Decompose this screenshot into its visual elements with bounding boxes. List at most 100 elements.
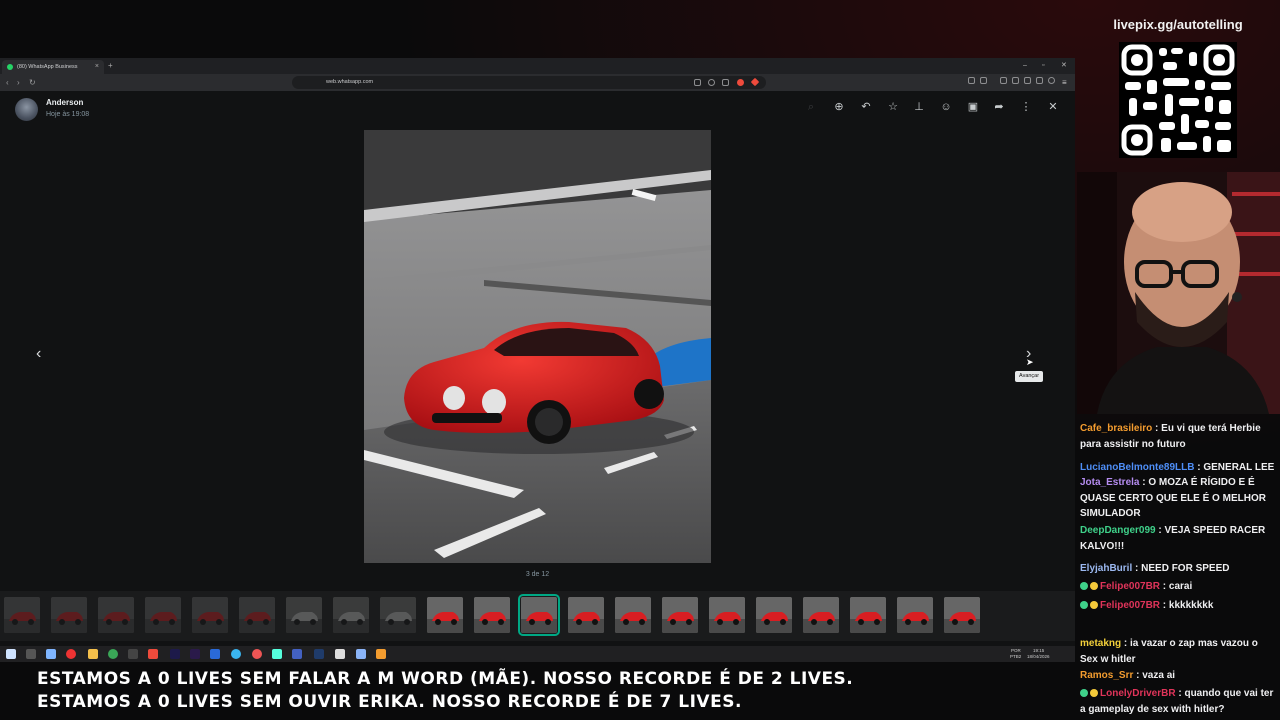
close-viewer-icon[interactable]: ✕ — [1046, 101, 1060, 113]
close-window-icon[interactable]: ✕ — [1061, 60, 1067, 72]
media-thumbnail[interactable] — [709, 597, 745, 633]
media-thumbnail[interactable] — [944, 597, 980, 633]
minimize-icon[interactable]: – — [1023, 60, 1027, 72]
media-thumbnail[interactable] — [51, 597, 87, 633]
clock-date[interactable]: 18/04/2026 — [1027, 654, 1050, 659]
windows-start-icon[interactable] — [6, 649, 16, 659]
media-thumbnail[interactable] — [756, 597, 792, 633]
reload-icon[interactable]: ↻ — [29, 77, 36, 88]
app-icon-6[interactable] — [252, 649, 262, 659]
next-tooltip: Avançar — [1015, 371, 1044, 382]
app-icon-8[interactable] — [292, 649, 302, 659]
extension-icon-2[interactable] — [980, 77, 987, 84]
media-thumbnail[interactable] — [145, 597, 181, 633]
brave-rewards-icon[interactable] — [750, 77, 760, 87]
back-icon[interactable]: ‹ — [6, 77, 9, 88]
chat-username[interactable]: DeepDanger099 — [1080, 525, 1156, 536]
media-thumbnail[interactable] — [427, 597, 463, 633]
app-icon-3[interactable] — [128, 649, 138, 659]
more-options-icon[interactable]: ⋮ — [1019, 101, 1033, 113]
media-thumbnail[interactable] — [333, 597, 369, 633]
search-icon[interactable] — [26, 649, 36, 659]
media-thumbnail[interactable] — [192, 597, 228, 633]
chat-message: Jota_Estrela : O MOZA É RÍGIDO E É QUASE… — [1080, 475, 1278, 522]
vip-badge-icon — [1090, 601, 1098, 609]
menu-icon[interactable]: ≡ — [1062, 77, 1067, 88]
media-thumbnail[interactable] — [239, 597, 275, 633]
chat-username[interactable]: ElyjahBuril — [1080, 563, 1132, 574]
chat-username[interactable]: Felipe007BR — [1100, 600, 1160, 611]
app-icon-9[interactable] — [335, 649, 345, 659]
avatar[interactable] — [15, 98, 38, 121]
vlc-icon[interactable] — [376, 649, 386, 659]
media-thumbnail[interactable] — [98, 597, 134, 633]
previous-media-icon[interactable]: ‹ — [36, 346, 41, 362]
app-icon-2[interactable] — [66, 649, 76, 659]
media-thumbnail[interactable] — [803, 597, 839, 633]
media-thumbnail[interactable] — [568, 597, 604, 633]
media-thumbnail[interactable] — [897, 597, 933, 633]
brave-shield-icon[interactable] — [737, 79, 744, 86]
app-icon-1[interactable] — [46, 649, 56, 659]
chat-username[interactable]: metakng — [1080, 638, 1121, 649]
media-thumbnail[interactable] — [615, 597, 651, 633]
windows-taskbar: POR PTB2 19:15 18/04/2026 — [0, 646, 1075, 662]
chat-username[interactable]: Felipe007BR — [1100, 581, 1160, 592]
language-top[interactable]: POR — [1011, 648, 1021, 653]
media-thumbnail[interactable] — [4, 597, 40, 633]
tab-whatsapp[interactable]: (80) WhatsApp Business × — [2, 60, 104, 74]
streamer-webcam-graphic — [1077, 172, 1280, 414]
whatsapp-icon — [7, 64, 13, 70]
media-thumbnail[interactable] — [286, 597, 322, 633]
chrome-icon[interactable] — [108, 649, 118, 659]
address-bar: ‹ › ↻ ▮ web.whatsapp.com ≡ — [0, 74, 1075, 91]
pin-icon[interactable]: ⊥ — [912, 101, 926, 113]
delete-icon[interactable]: ▣ — [966, 101, 980, 113]
reply-icon[interactable]: ↶ — [859, 101, 873, 113]
url-text: web.whatsapp.com — [326, 79, 374, 85]
media-thumbnail[interactable] — [380, 597, 416, 633]
wallet-icon[interactable] — [1024, 77, 1031, 84]
url-field[interactable]: web.whatsapp.com — [292, 76, 766, 89]
app-icon-7[interactable] — [272, 649, 282, 659]
app-icon-5[interactable] — [231, 649, 241, 659]
zoom-icon[interactable] — [708, 79, 715, 86]
app-icon-4[interactable] — [210, 649, 220, 659]
media-thumbnail[interactable] — [474, 597, 510, 633]
chat-username[interactable]: Ramos_Srr — [1080, 670, 1133, 681]
new-tab-icon[interactable]: + — [108, 60, 113, 72]
chat-message: Felipe007BR : kkkkkkkk — [1080, 598, 1278, 614]
webcam-feed — [1077, 172, 1280, 414]
chat-username[interactable]: Cafe_brasileiro — [1080, 423, 1152, 434]
maximize-icon[interactable]: ▫ — [1042, 60, 1044, 72]
premiere-icon[interactable] — [170, 649, 180, 659]
media-encoder-icon[interactable] — [190, 649, 200, 659]
media-thumbnail[interactable] — [850, 597, 886, 633]
share-icon[interactable] — [722, 79, 729, 86]
chat-username[interactable]: LucianoBelmonte89LLB — [1080, 462, 1194, 473]
sidebar-icon[interactable] — [1012, 77, 1019, 84]
zoom-in-icon[interactable]: ⊕ — [832, 101, 846, 113]
brave-icon[interactable] — [148, 649, 158, 659]
forward-icon[interactable]: ➦ — [992, 101, 1006, 113]
chat-username[interactable]: LonelyDriverBR — [1100, 688, 1176, 699]
zoom-out-icon[interactable]: ⌕ — [804, 101, 818, 113]
extension-icon-1[interactable] — [968, 77, 975, 84]
qr-code — [1119, 42, 1237, 158]
leo-icon[interactable] — [1048, 77, 1055, 84]
close-tab-icon[interactable]: × — [95, 62, 99, 72]
folder-icon[interactable] — [88, 649, 98, 659]
vpn-icon[interactable] — [1036, 77, 1043, 84]
chat-username[interactable]: Jota_Estrela — [1080, 477, 1139, 488]
star-icon[interactable]: ☆ — [886, 101, 900, 113]
audition-icon[interactable] — [314, 649, 324, 659]
download-icon[interactable] — [1000, 77, 1007, 84]
media-thumbnail[interactable] — [518, 594, 560, 636]
cast-icon[interactable] — [694, 79, 701, 86]
emoji-icon[interactable]: ☺ — [939, 101, 953, 113]
media-thumbnail[interactable] — [662, 597, 698, 633]
forward-icon[interactable]: › — [17, 77, 20, 88]
app-icon-10[interactable] — [356, 649, 366, 659]
language-bottom[interactable]: PTB2 — [1010, 654, 1021, 659]
clock-time[interactable]: 19:15 — [1033, 648, 1044, 653]
